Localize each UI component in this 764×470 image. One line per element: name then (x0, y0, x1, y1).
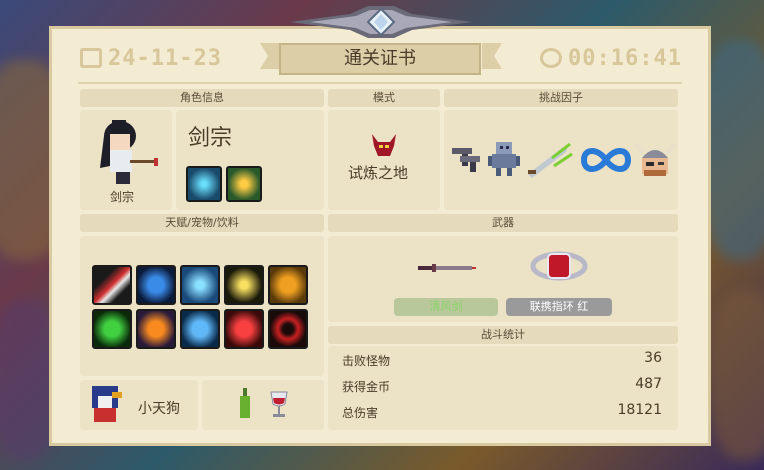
calendar-icon (80, 48, 102, 68)
blue-shield-talent-icon (136, 265, 176, 305)
stat-label: 总伤害 (342, 406, 379, 420)
diamond-crest-icon (290, 6, 472, 38)
stat-row-gold: 获得金币 487 (342, 374, 672, 398)
weapons-panel (328, 236, 678, 322)
demon-horn-icon (372, 134, 396, 156)
divider (78, 82, 682, 84)
section-header-character: 角色信息 (80, 89, 324, 107)
character-portrait-icon (100, 120, 158, 184)
mode-panel (328, 110, 440, 210)
stat-label: 获得金币 (342, 380, 391, 394)
drinks-panel (202, 380, 324, 430)
background-art (710, 290, 764, 460)
weapon-2-name: 联携指环 红 (506, 298, 612, 316)
talents-panel (80, 236, 324, 376)
section-header-talents: 天赋/宠物/饮料 (80, 214, 324, 232)
green-sword-icon (528, 142, 573, 178)
wine-glass-icon (270, 391, 288, 417)
clock-icon (540, 48, 562, 68)
infinity-icon (580, 148, 632, 172)
stat-row-kills: 击败怪物 36 (342, 348, 672, 372)
pet-name: 小天狗 (138, 401, 180, 417)
stat-value: 487 (635, 376, 662, 392)
stat-value: 36 (644, 350, 662, 366)
robot-icon (488, 142, 520, 176)
arrow-up-talent-icon (180, 265, 220, 305)
orange-shield-talent-icon (136, 309, 176, 349)
green-bottle-icon (240, 388, 250, 418)
section-header-stats: 战斗统计 (328, 326, 678, 344)
weapon-1-name: 清风剑 (394, 298, 498, 316)
section-header-challenge: 挑战因子 (444, 89, 678, 107)
certificate-title: 通关证书 (279, 43, 481, 75)
section-header-weapons: 武器 (328, 214, 678, 232)
slash-talent-icon (92, 265, 132, 305)
brain-talent-icon (180, 309, 220, 349)
character-caption: 剑宗 (110, 190, 135, 204)
stat-label: 击败怪物 (342, 354, 391, 368)
pistols-icon (452, 148, 480, 172)
heal-talent-icon (224, 309, 264, 349)
lightning-talent-icon (224, 265, 264, 305)
viking-helmet-icon (634, 142, 676, 176)
summon-skill-icon (226, 166, 262, 202)
section-header-mode: 模式 (328, 89, 440, 107)
wind-sword-icon (418, 264, 476, 272)
gold-shield-talent-icon (268, 265, 308, 305)
stat-row-damage: 总伤害 18121 (342, 400, 672, 424)
pet-icon (92, 386, 122, 422)
target-talent-icon (268, 309, 308, 349)
red-ring-icon (530, 251, 588, 281)
stat-value: 18121 (617, 402, 662, 418)
green-shield-talent-icon (92, 309, 132, 349)
time-text: 00:16:41 (568, 46, 682, 71)
mode-name: 试炼之地 (348, 164, 409, 182)
sword-skill-icon (186, 166, 222, 202)
date-text: 24-11-23 (108, 46, 222, 71)
character-name: 剑宗 (188, 126, 233, 151)
